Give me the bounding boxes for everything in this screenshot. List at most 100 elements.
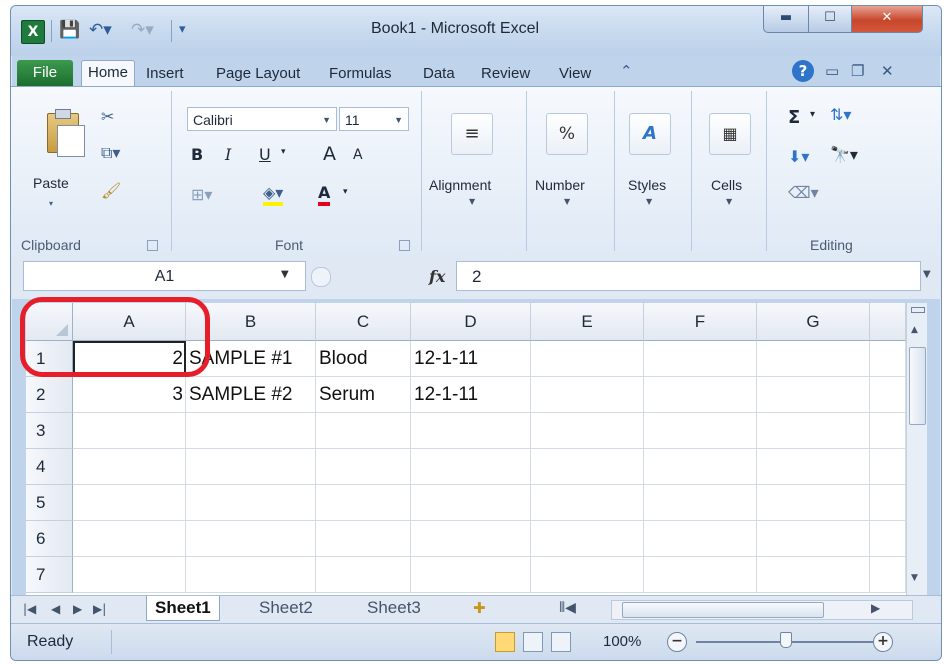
fill-color-icon[interactable]: ◈▾ bbox=[263, 183, 284, 206]
tab-file[interactable]: File bbox=[17, 60, 73, 86]
number-dropdown-icon[interactable]: ▼ bbox=[564, 197, 570, 206]
cell-d6[interactable] bbox=[411, 521, 531, 557]
cell-a3[interactable] bbox=[73, 413, 186, 449]
cell-a7[interactable] bbox=[73, 557, 186, 593]
next-sheet-icon[interactable]: ▶ bbox=[73, 602, 82, 616]
grow-font-button[interactable]: A bbox=[323, 143, 336, 165]
cell-b4[interactable] bbox=[186, 449, 316, 485]
cell-b7[interactable] bbox=[186, 557, 316, 593]
cells-button[interactable]: Cells bbox=[711, 177, 742, 193]
column-header-e[interactable]: E bbox=[531, 303, 644, 341]
help-icon[interactable]: ? bbox=[792, 60, 814, 82]
tab-formulas[interactable]: Formulas bbox=[329, 62, 392, 86]
cell-h6[interactable] bbox=[870, 521, 906, 557]
autosum-button[interactable]: Σ bbox=[788, 107, 800, 128]
row-header-2[interactable]: 2 bbox=[26, 377, 73, 413]
font-color-dropdown-icon[interactable]: ▾ bbox=[343, 187, 348, 197]
cut-icon[interactable]: ✂ bbox=[101, 107, 114, 126]
tab-insert[interactable]: Insert bbox=[146, 62, 184, 86]
vertical-scroll-thumb[interactable] bbox=[909, 347, 926, 425]
tab-review[interactable]: Review bbox=[481, 62, 530, 86]
bold-button[interactable]: B bbox=[191, 145, 203, 164]
clear-icon[interactable]: ⌫▾ bbox=[788, 183, 819, 202]
cell-g4[interactable] bbox=[757, 449, 870, 485]
cell-f3[interactable] bbox=[644, 413, 757, 449]
cell-h5[interactable] bbox=[870, 485, 906, 521]
normal-view-icon[interactable] bbox=[495, 632, 515, 652]
font-name-combo[interactable]: Calibri ▼ bbox=[187, 107, 337, 131]
cell-b2[interactable]: SAMPLE #2 bbox=[186, 377, 316, 413]
sheet-tab-sheet3[interactable]: Sheet3 bbox=[359, 596, 429, 620]
maximize-button[interactable]: ☐ bbox=[808, 6, 852, 33]
minimize-button[interactable]: ▬ bbox=[763, 6, 809, 33]
cell-a5[interactable] bbox=[73, 485, 186, 521]
cell-f6[interactable] bbox=[644, 521, 757, 557]
redo-icon[interactable]: ↷▾ bbox=[131, 18, 154, 42]
cell-a6[interactable] bbox=[73, 521, 186, 557]
font-size-combo[interactable]: 11 ▼ bbox=[339, 107, 409, 131]
find-select-icon[interactable]: 🔭▾ bbox=[830, 145, 858, 164]
split-box-icon[interactable] bbox=[911, 307, 925, 313]
name-box-dropdown-icon[interactable]: ▼ bbox=[281, 269, 289, 280]
zoom-slider-thumb[interactable] bbox=[780, 632, 792, 648]
underline-dropdown-icon[interactable]: ▾ bbox=[281, 147, 286, 157]
undo-icon[interactable]: ↶▾ bbox=[89, 18, 112, 42]
column-header-c[interactable]: C bbox=[316, 303, 411, 341]
cell-e7[interactable] bbox=[531, 557, 644, 593]
paste-dropdown-icon[interactable]: ▾ bbox=[49, 199, 53, 208]
workbook-close-icon[interactable]: ✕ bbox=[881, 62, 894, 80]
borders-icon[interactable]: ⊞▾ bbox=[191, 185, 212, 204]
tab-home[interactable]: Home bbox=[81, 60, 136, 87]
tab-split-icon[interactable]: ⦀◀ bbox=[559, 600, 576, 616]
cell-h1[interactable] bbox=[870, 341, 906, 377]
last-sheet-icon[interactable]: ▶| bbox=[93, 602, 106, 616]
cell-c5[interactable] bbox=[316, 485, 411, 521]
row-header-3[interactable]: 3 bbox=[26, 413, 73, 449]
cell-g7[interactable] bbox=[757, 557, 870, 593]
styles-button[interactable]: Styles bbox=[628, 177, 666, 193]
tab-view[interactable]: View bbox=[559, 62, 591, 86]
cell-d2[interactable]: 12-1-11 bbox=[411, 377, 531, 413]
formula-input[interactable]: 2 bbox=[456, 261, 921, 291]
cell-c6[interactable] bbox=[316, 521, 411, 557]
styles-icon[interactable]: A bbox=[629, 113, 671, 155]
cell-e3[interactable] bbox=[531, 413, 644, 449]
copy-icon[interactable]: ⧉▾ bbox=[101, 143, 120, 163]
cell-a4[interactable] bbox=[73, 449, 186, 485]
cell-e1[interactable] bbox=[531, 341, 644, 377]
row-header-5[interactable]: 5 bbox=[26, 485, 73, 521]
cell-d3[interactable] bbox=[411, 413, 531, 449]
close-button[interactable]: ✕ bbox=[851, 6, 923, 33]
number-format-icon[interactable]: % bbox=[546, 113, 588, 155]
cell-e4[interactable] bbox=[531, 449, 644, 485]
insert-function-button[interactable]: fx bbox=[429, 267, 445, 286]
number-button[interactable]: Number bbox=[535, 177, 585, 193]
scroll-right-icon[interactable]: ▶ bbox=[871, 601, 880, 615]
cell-g2[interactable] bbox=[757, 377, 870, 413]
column-header-g[interactable]: G bbox=[757, 303, 870, 341]
excel-app-icon[interactable]: X bbox=[21, 20, 45, 44]
cell-f7[interactable] bbox=[644, 557, 757, 593]
vertical-scrollbar[interactable]: ▲ ▼ bbox=[906, 303, 927, 595]
save-icon[interactable]: 💾 bbox=[59, 18, 80, 42]
cell-e6[interactable] bbox=[531, 521, 644, 557]
sheet-tab-sheet1[interactable]: Sheet1 bbox=[146, 596, 220, 621]
cell-h7[interactable] bbox=[870, 557, 906, 593]
format-painter-icon[interactable]: 🖌 bbox=[101, 181, 121, 200]
underline-button[interactable]: U bbox=[259, 145, 271, 164]
zoom-level[interactable]: 100% bbox=[603, 633, 641, 650]
column-header-f[interactable]: F bbox=[644, 303, 757, 341]
zoom-out-icon[interactable]: − bbox=[667, 632, 687, 652]
cell-g5[interactable] bbox=[757, 485, 870, 521]
cell-a2[interactable]: 3 bbox=[73, 377, 186, 413]
workbook-restore-icon[interactable]: ❐ bbox=[851, 62, 864, 80]
cells-icon[interactable]: ▦ bbox=[709, 113, 751, 155]
zoom-in-icon[interactable]: + bbox=[873, 632, 893, 652]
cell-d4[interactable] bbox=[411, 449, 531, 485]
cell-f2[interactable] bbox=[644, 377, 757, 413]
first-sheet-icon[interactable]: |◀ bbox=[23, 602, 36, 616]
cell-f1[interactable] bbox=[644, 341, 757, 377]
cell-d7[interactable] bbox=[411, 557, 531, 593]
cell-g6[interactable] bbox=[757, 521, 870, 557]
italic-button[interactable]: I bbox=[225, 145, 231, 164]
